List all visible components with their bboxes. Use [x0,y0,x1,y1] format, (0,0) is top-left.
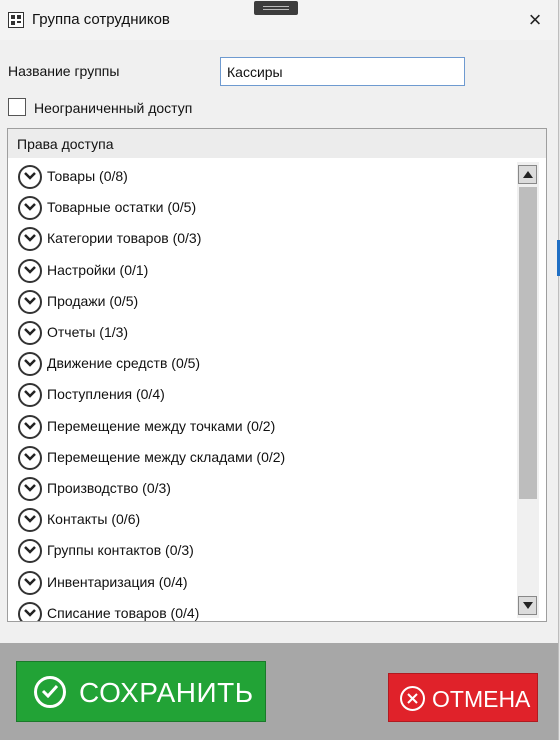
permission-label: Продажи (0/5) [47,292,139,309]
scroll-up-icon [523,171,533,178]
close-icon: × [528,7,542,32]
permission-item[interactable]: Отчеты (1/3) [18,321,508,345]
permission-item[interactable]: Настройки (0/1) [18,258,508,283]
permission-item[interactable]: Товары (0/8) [18,165,508,189]
permission-item[interactable]: Продажи (0/5) [18,289,508,314]
permission-item[interactable]: Списание товаров (0/4) [18,601,508,621]
permissions-scrollbar[interactable] [517,162,539,618]
unlimited-access-label: Неограниченный доступ [34,100,193,116]
scroll-down-button[interactable] [518,596,537,615]
chevron-down-icon[interactable] [18,414,42,439]
close-button[interactable]: × [524,9,546,31]
permission-item[interactable]: Товарные остатки (0/5) [18,196,508,221]
scroll-up-button[interactable] [518,165,537,184]
chevron-down-icon[interactable] [18,289,42,314]
permission-item[interactable]: Поступления (0/4) [18,383,508,408]
permission-label: Отчеты (1/3) [47,324,129,340]
group-name-input[interactable] [220,57,465,86]
chevron-down-icon[interactable] [18,321,42,345]
permission-label: Контакты (0/6) [47,511,141,528]
chevron-down-icon[interactable] [18,570,42,595]
permission-label: Списание товаров (0/4) [47,604,200,621]
permission-label: Товарные остатки (0/5) [47,199,197,216]
chevron-down-icon[interactable] [18,477,42,501]
permission-label: Поступления (0/4) [47,386,165,403]
drag-handle[interactable] [254,1,298,15]
cancel-button-label: ОТМЕНА [432,686,531,712]
scroll-down-icon [523,602,533,609]
app-icon [8,12,24,28]
permissions-list: Товары (0/8) Товарные остатки (0/5) Катего… [8,159,516,621]
permission-label: Группы контактов (0/3) [47,542,194,559]
permissions-title: Права доступа [17,136,114,152]
permission-item[interactable]: Перемещение между складами (0/2) [18,445,508,470]
window-title: Группа сотрудников [32,11,170,28]
chevron-down-icon[interactable] [18,196,42,221]
chevron-down-icon[interactable] [18,445,42,470]
permissions-group: Права доступа Товары (0/8) Товарные остат… [7,128,547,622]
cancel-button[interactable]: ОТМЕНА [388,673,538,722]
chevron-down-icon[interactable] [18,227,42,252]
permission-item[interactable]: Категории товаров (0/3) [18,227,508,252]
employee-group-dialog: Группа сотрудников × Название группы Нео… [0,0,559,740]
chevron-down-icon[interactable] [18,258,42,283]
permission-label: Категории товаров (0/3) [47,230,202,247]
permission-label: Движение средств (0/5) [47,355,201,372]
close-circle-icon [400,686,425,711]
permission-item[interactable]: Движение средств (0/5) [18,352,508,377]
permission-item[interactable]: Перемещение между точками (0/2) [18,414,508,439]
chevron-down-icon[interactable] [18,352,42,377]
permission-item[interactable]: Инвентаризация (0/4) [18,570,508,595]
chevron-down-icon[interactable] [18,165,42,189]
permission-label: Товары (0/8) [47,168,128,184]
permission-item[interactable]: Производство (0/3) [18,477,508,501]
group-name-label: Название группы [8,63,120,79]
permission-label: Производство (0/3) [47,480,171,496]
permission-label: Перемещение между складами (0/2) [47,448,286,465]
title-bar[interactable]: Группа сотрудников × [0,0,558,40]
permission-item[interactable]: Группы контактов (0/3) [18,539,508,564]
permission-label: Инвентаризация (0/4) [47,573,188,590]
chevron-down-icon[interactable] [18,601,42,621]
dialog-footer: СОХРАНИТЬ ОТМЕНА [0,643,558,740]
permission-label: Перемещение между точками (0/2) [47,417,276,434]
scroll-thumb[interactable] [519,187,537,499]
unlimited-access-checkbox[interactable] [8,98,26,116]
chevron-down-icon[interactable] [18,383,42,408]
permissions-header: Права доступа [8,129,546,158]
chevron-down-icon[interactable] [18,508,42,533]
save-button[interactable]: СОХРАНИТЬ [16,661,266,722]
permission-item[interactable]: Контакты (0/6) [18,508,508,533]
check-circle-icon [34,676,66,708]
chevron-down-icon[interactable] [18,539,42,564]
save-button-label: СОХРАНИТЬ [79,677,254,708]
permission-label: Настройки (0/1) [47,261,149,278]
